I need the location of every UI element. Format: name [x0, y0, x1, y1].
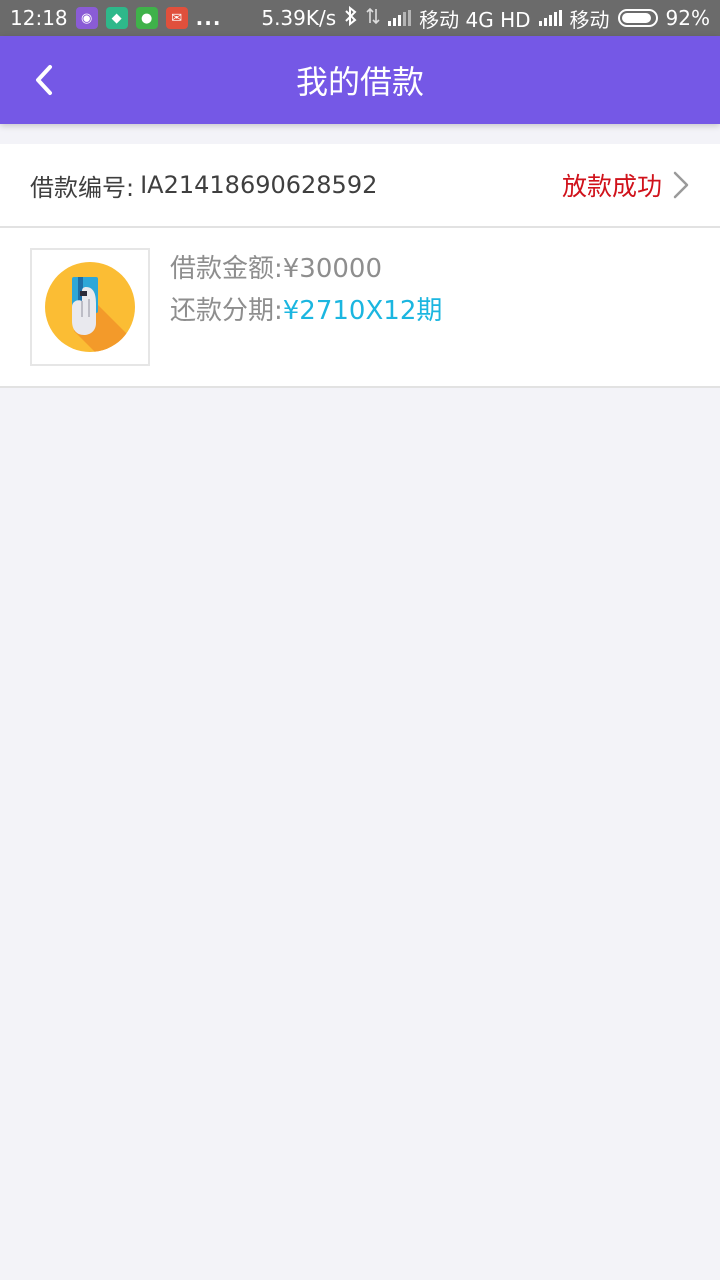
loan-info: 借款金额:¥30000 还款分期:¥2710X12期: [170, 248, 442, 332]
loan-status-link[interactable]: 放款成功: [562, 167, 690, 203]
chevron-right-icon: [673, 171, 689, 199]
loan-number-label: 借款编号:: [30, 173, 135, 202]
card-hand-icon: [45, 262, 135, 352]
back-button[interactable]: [20, 56, 68, 104]
app-notification-icon: ◉: [75, 7, 98, 29]
battery-icon: [617, 9, 658, 27]
signal-icon-1: [388, 10, 412, 26]
data-arrows-icon: [366, 6, 380, 30]
loan-amount-value: ¥30000: [282, 254, 383, 284]
battery-percent: 92%: [665, 6, 710, 30]
more-notifications-icon: ...: [195, 6, 222, 30]
loan-status: 放款成功: [561, 172, 662, 201]
status-time: 12:18: [10, 6, 68, 30]
chevron-left-icon: [36, 65, 52, 95]
loan-amount-label: 借款金额:: [170, 254, 283, 284]
installment-label: 还款分期:: [170, 296, 283, 326]
shield-notification-icon: ◆: [105, 7, 128, 29]
carrier-2: 移动: [569, 7, 610, 32]
loan-thumbnail: [30, 248, 150, 366]
bluetooth-icon: [344, 5, 358, 31]
carrier-1: 移动 4G HD: [419, 7, 531, 32]
loan-amount-row: 借款金额:¥30000: [170, 248, 442, 290]
wechat-notification-icon: ●: [135, 7, 158, 29]
loan-number-row[interactable]: 借款编号: IA21418690628592 放款成功: [0, 144, 720, 228]
page-title: 我的借款: [295, 63, 424, 101]
mail-notification-icon: ✉: [165, 7, 188, 29]
network-speed: 5.39K/s: [261, 6, 337, 30]
app-header: 我的借款: [0, 36, 720, 124]
loan-number-value: IA21418690628592: [140, 171, 378, 199]
installment-value: ¥2710X12期: [282, 296, 443, 326]
loan-details: 借款金额:¥30000 还款分期:¥2710X12期: [0, 228, 720, 386]
loan-card[interactable]: 借款编号: IA21418690628592 放款成功 借款金额:¥30000 …: [0, 144, 720, 388]
signal-icon-2: [538, 10, 562, 26]
installment-row: 还款分期:¥2710X12期: [170, 290, 442, 332]
status-bar: 12:18 ◉ ◆ ● ✉ ... 5.39K/s 移动 4G HD 移动 92…: [0, 0, 720, 36]
